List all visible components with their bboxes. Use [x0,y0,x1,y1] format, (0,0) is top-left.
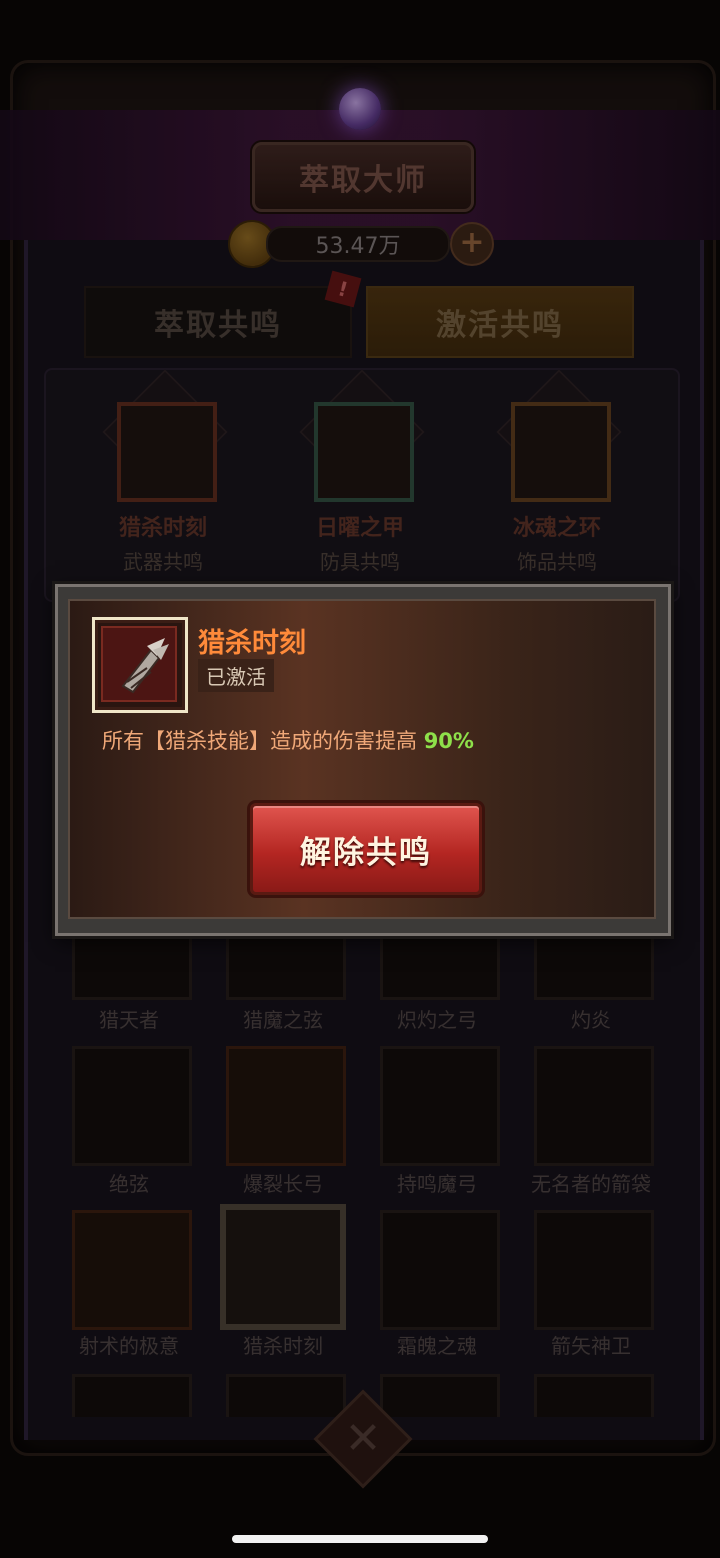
popup-title: 猎杀时刻 [198,628,306,659]
dissolve-resonance-button[interactable]: 解除共鸣 [250,803,482,895]
button-label: 解除共鸣 [300,834,432,871]
popup-body: 猎杀时刻 已激活 所有【猎杀技能】造成的伤害提高 90% 解除共鸣 [68,599,656,919]
effect-value: 90% [423,729,474,753]
status-badge: 已激活 [198,659,274,692]
resonance-detail-popup: 猎杀时刻 已激活 所有【猎杀技能】造成的伤害提高 90% 解除共鸣 [55,584,671,936]
quiver-icon [101,626,177,702]
item-icon-frame [92,617,188,713]
effect-description: 所有【猎杀技能】造成的伤害提高 90% [102,725,474,755]
effect-text: 所有【猎杀技能】造成的伤害提高 [102,729,424,753]
home-indicator[interactable] [232,1535,488,1543]
